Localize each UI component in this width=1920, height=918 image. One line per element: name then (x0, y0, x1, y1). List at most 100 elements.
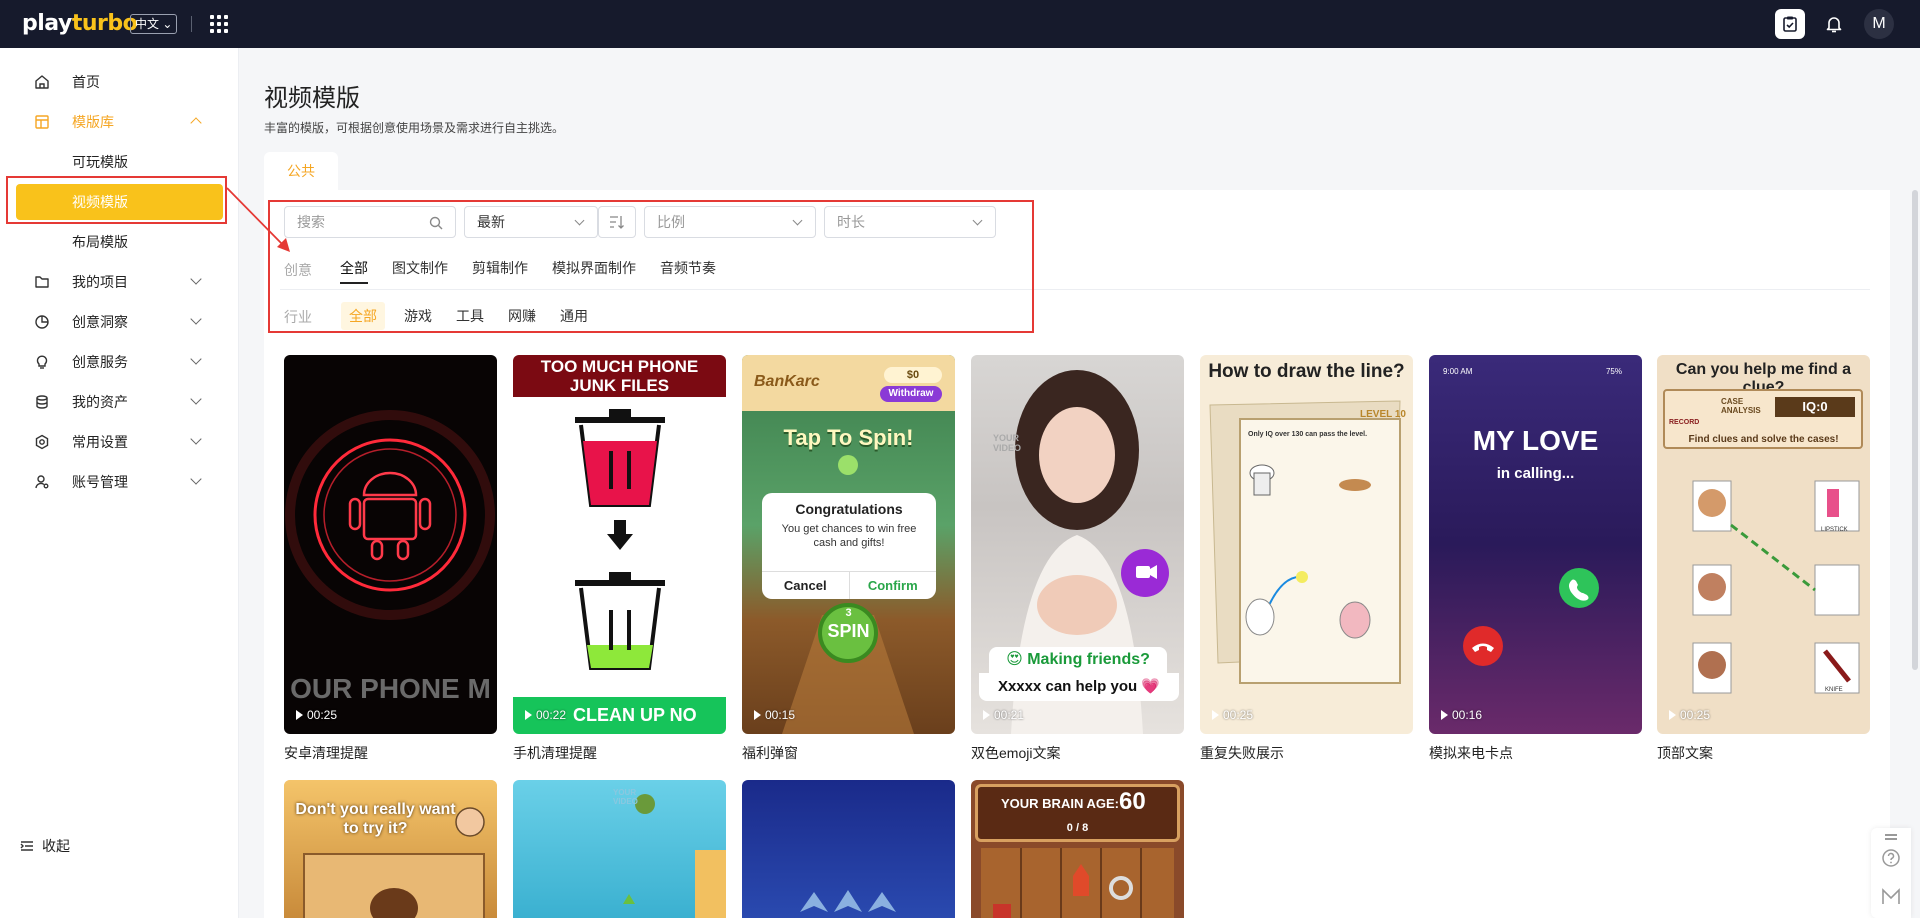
template-thumbnail[interactable]: Don't you really want to try it? (284, 780, 497, 918)
dialog-body: You get chances to win free cash and gif… (781, 523, 917, 549)
template-card[interactable]: How to draw the line? LEVEL 10 Only IQ o… (1200, 355, 1413, 763)
template-thumbnail[interactable]: Can you help me find a clue? CASE ANALYS… (1657, 355, 1870, 734)
template-thumbnail[interactable]: TOO MUCH PHONE JUNK FILES CLEAN UP NO 00… (513, 355, 726, 734)
notifications-button[interactable] (1819, 9, 1849, 39)
template-card[interactable]: YOUR VIDEO (513, 780, 726, 918)
template-card[interactable]: Don't you really want to try it? (284, 780, 497, 918)
knife-label: KNIFE (1825, 687, 1843, 693)
template-card[interactable]: 9:00 AM 75% MY LOVE in calling... 00:16 … (1429, 355, 1642, 763)
template-name: 顶部文案 (1657, 745, 1713, 761)
user-settings-icon (35, 475, 49, 489)
watermark: YOUR VIDEO (613, 788, 638, 806)
dialog-box: Congratulations You get chances to win f… (762, 493, 936, 599)
annotation-filter-box (268, 200, 1034, 333)
sidebar-item-label: 创意洞察 (72, 314, 128, 330)
template-thumbnail[interactable]: 9:00 AM 75% MY LOVE in calling... 00:16 (1429, 355, 1642, 734)
duration-badge: 00:16 (1441, 708, 1482, 722)
wood-puzzle-art (981, 848, 1174, 918)
template-name: 双色emoji文案 (971, 745, 1061, 761)
chevron-down-icon (190, 433, 202, 445)
thumbnail-overlay-text: OUR PHONE M (290, 673, 491, 704)
help-panel (1871, 828, 1911, 918)
call-buttons-art (1463, 568, 1599, 666)
spin-label: SPIN (827, 621, 870, 641)
dialog-cancel: Cancel (762, 572, 850, 599)
drag-handle-icon (1885, 838, 1897, 840)
pie-chart-icon (35, 315, 49, 329)
template-thumbnail[interactable]: YOUR VIDEO (513, 780, 726, 918)
template-name: 模拟来电卡点 (1429, 745, 1513, 761)
user-avatar[interactable]: M (1864, 9, 1894, 39)
trash-bin-art (513, 409, 726, 734)
template-name: 福利弹窗 (742, 745, 798, 761)
hint-text: Only IQ over 130 can pass the level. (1248, 431, 1368, 438)
template-name: 手机清理提醒 (513, 745, 597, 761)
duration-badge: 00:25 (1669, 708, 1710, 722)
template-card[interactable] (742, 780, 955, 918)
template-card[interactable]: BanKarc $0 Withdraw Tap To Spin! Congrat… (742, 355, 955, 763)
level-badge: LEVEL 10 (1360, 409, 1406, 420)
play-icon (754, 710, 761, 720)
sidebar-item-label: 我的资产 (72, 394, 128, 410)
sidebar-item-label: 创意服务 (72, 354, 128, 370)
template-card[interactable]: YOUR VIDEO 😍 Making friends? Xxxxx can h… (971, 355, 1184, 763)
boy-art (303, 807, 485, 918)
m-logo-icon[interactable] (1881, 888, 1901, 906)
play-icon (525, 710, 532, 720)
spaceship-art (800, 890, 896, 912)
play-icon (1441, 710, 1448, 720)
play-icon (1212, 710, 1219, 720)
template-card[interactable]: TOO MUCH PHONE JUNK FILES CLEAN UP NO 00… (513, 355, 726, 763)
duration-badge: 00:15 (754, 708, 795, 722)
play-icon (983, 710, 990, 720)
lightbulb-icon (36, 355, 48, 369)
template-thumbnail[interactable]: How to draw the line? LEVEL 10 Only IQ o… (1200, 355, 1413, 734)
sidebar-item-account[interactable]: 账号管理 (0, 464, 239, 500)
emoji-bubble-1: 😍 Making friends? (989, 647, 1167, 673)
duration-badge: 00:25 (1212, 708, 1253, 722)
chevron-down-icon (190, 473, 202, 485)
chevron-down-icon (190, 353, 202, 365)
database-icon (36, 395, 48, 409)
watermark: YOUR VIDEO (993, 433, 1022, 453)
template-name: 重复失败展示 (1200, 745, 1284, 761)
collapse-label: 收起 (42, 838, 70, 854)
template-card[interactable]: OUR PHONE M 00:25 安卓清理提醒 (284, 355, 497, 763)
sidebar-item-creative-insights[interactable]: 创意洞察 (0, 304, 239, 340)
spin-count: 3 (845, 607, 852, 619)
collapse-menu-icon (20, 841, 33, 851)
template-thumbnail[interactable]: BanKarc $0 Withdraw Tap To Spin! Congrat… (742, 355, 955, 734)
task-list-button[interactable] (1775, 9, 1805, 39)
scrollbar[interactable] (1912, 190, 1918, 670)
template-card[interactable]: YOUR BRAIN AGE: 60 0 / 8 (971, 780, 1184, 918)
sidebar-item-label: 常用设置 (72, 434, 128, 450)
play-icon (296, 710, 303, 720)
template-thumbnail[interactable]: YOUR VIDEO 😍 Making friends? Xxxxx can h… (971, 355, 1184, 734)
template-thumbnail[interactable] (742, 780, 955, 918)
duration-badge: 00:25 (296, 708, 337, 722)
chevron-down-icon (190, 313, 202, 325)
annotation-arrow (226, 187, 290, 252)
duration-badge: 00:22 (525, 708, 566, 722)
collapse-sidebar-button[interactable]: 收起 (20, 836, 70, 856)
lipstick-label: LIPSTICK (1821, 527, 1848, 533)
template-thumbnail[interactable]: YOUR BRAIN AGE: 60 0 / 8 (971, 780, 1184, 918)
dialog-confirm: Confirm (867, 578, 918, 593)
template-card[interactable]: Can you help me find a clue? CASE ANALYS… (1657, 355, 1870, 763)
template-name: 安卓清理提醒 (284, 745, 368, 761)
emoji-bubble-2: Xxxxx can help you 💗 (979, 673, 1179, 701)
template-thumbnail[interactable]: OUR PHONE M 00:25 (284, 355, 497, 734)
sidebar-item-creative-services[interactable]: 创意服务 (0, 344, 239, 380)
sidebar-item-label: 账号管理 (72, 474, 128, 490)
settings-icon (35, 434, 49, 450)
duration-badge: 00:21 (983, 708, 1024, 722)
drag-handle-icon[interactable] (1885, 834, 1897, 836)
sidebar-item-my-assets[interactable]: 我的资产 (0, 384, 239, 420)
clue-board-art (1692, 480, 1860, 694)
clipboard-check-icon (1783, 16, 1797, 32)
sidebar-item-settings[interactable]: 常用设置 (0, 424, 239, 460)
bell-icon (1826, 17, 1842, 33)
help-icon[interactable] (1881, 848, 1901, 868)
play-icon (1669, 710, 1676, 720)
chevron-down-icon (190, 393, 202, 405)
